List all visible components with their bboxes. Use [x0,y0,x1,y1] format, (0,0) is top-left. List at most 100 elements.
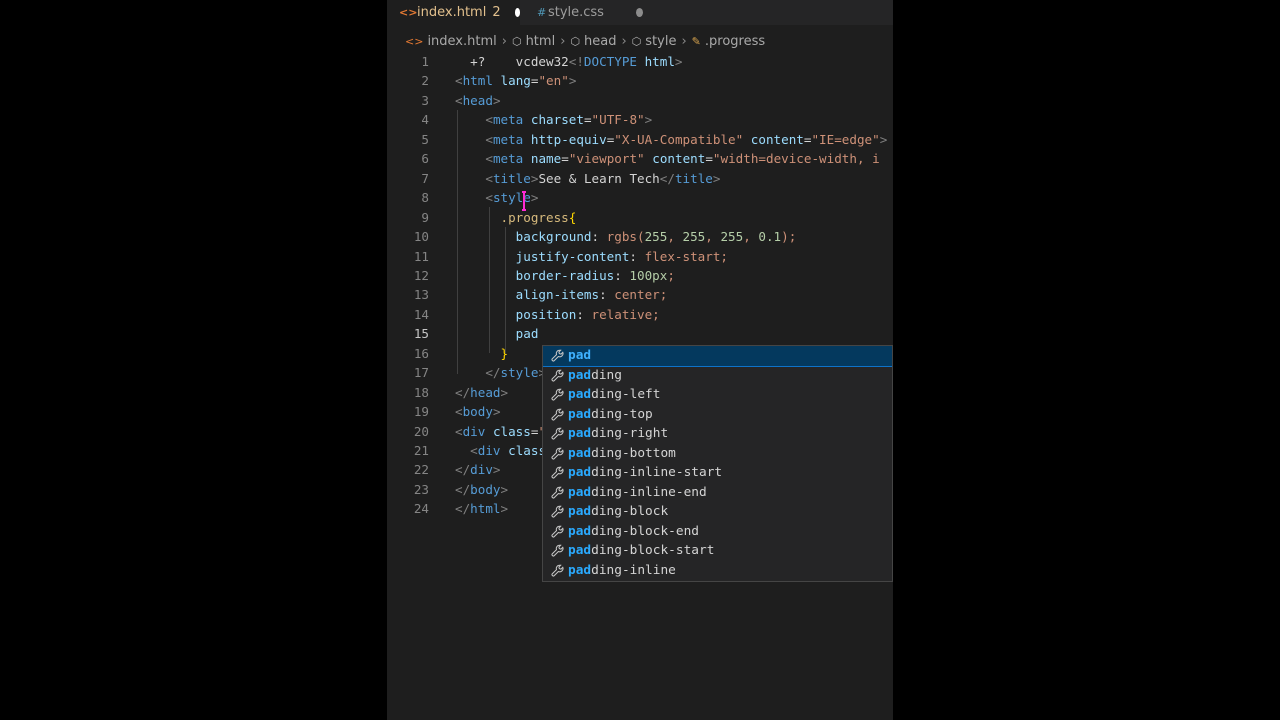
suggestion-label: ding-inline-start [591,465,723,481]
chevron-right-icon: › [621,33,627,49]
problem-count: 2 [492,5,501,20]
code-line[interactable]: 9 .progress{ [387,208,893,227]
breadcrumb-item[interactable]: head [584,34,616,49]
suggestion-match: pad [568,406,592,422]
line-number: 14 [413,306,429,322]
suggestion-item[interactable]: pad ding-right [543,424,892,444]
code-line[interactable]: 2 <html lang="en"> [387,71,893,90]
code-line[interactable]: 14 position: relative; [387,305,893,324]
line-number: 8 [421,190,429,206]
code-text[interactable]: +? vcdew32<!DOCTYPE html> [455,52,682,71]
wrench-icon [546,466,568,479]
code-text[interactable]: <meta name="viewport" content="width=dev… [455,149,879,168]
breadcrumb-item[interactable]: html [526,34,556,49]
tab-index-html[interactable]: <> index.html 2 [387,0,520,25]
line-number: 17 [413,365,429,381]
code-text[interactable]: </div> [455,460,501,479]
code-line[interactable]: 15 pad [387,324,893,343]
code-text[interactable]: </head> [455,383,508,402]
tab-label: style.css [547,5,604,20]
suggestion-item[interactable]: pad ding-block [543,502,892,522]
code-text[interactable]: pad [455,324,539,343]
suggestion-match: pad [568,387,592,403]
suggestion-item[interactable]: pad [543,346,892,367]
element-icon: ⬡ [631,34,642,48]
unsaved-dot-icon[interactable] [635,8,643,17]
suggestion-label: ding-bottom [591,445,676,461]
code-line[interactable]: 12 border-radius: 100px; [387,266,893,285]
code-text[interactable]: justify-content: flex-start; [455,247,728,266]
suggestion-match: pad [568,348,592,364]
html-file-icon: <> [405,34,424,48]
breadcrumb-item[interactable]: style [645,34,676,49]
line-number: 18 [413,384,429,400]
code-line[interactable]: 3 <head> [387,91,893,110]
unsaved-dot-icon[interactable] [514,8,520,17]
suggestion-item[interactable]: pad ding-inline [543,561,892,581]
code-text[interactable]: <head> [455,91,501,110]
wrench-icon [546,525,568,538]
code-text[interactable]: border-radius: 100px; [455,266,675,285]
code-text[interactable]: <html lang="en"> [455,71,576,90]
tab-bar: <> index.html 2 # style.css [387,0,893,25]
code-text[interactable]: position: relative; [455,305,660,324]
code-text[interactable]: </html> [455,499,508,518]
line-number: 9 [421,209,429,225]
code-text[interactable]: background: rgbs(255, 255, 255, 0.1); [455,227,797,246]
line-number: 1 [421,54,429,69]
code-line[interactable]: 7 <title>See & Learn Tech</title> [387,169,893,188]
line-number: 3 [421,92,429,108]
code-line[interactable]: 5 <meta http-equiv="X-UA-Compatible" con… [387,130,893,149]
code-line[interactable]: 6 <meta name="viewport" content="width=d… [387,149,893,168]
code-line[interactable]: 13 align-items: center; [387,285,893,304]
code-text[interactable]: <meta http-equiv="X-UA-Compatible" conte… [455,130,887,149]
code-text[interactable]: } [455,344,509,363]
suggestion-label: ding-block-end [591,523,699,539]
code-text[interactable]: <body> [455,402,501,421]
suggestion-item[interactable]: pad ding-inline-start [543,463,892,483]
suggestion-item[interactable]: pad ding-block-end [543,522,892,542]
code-line[interactable]: 10 background: rgbs(255, 255, 255, 0.1); [387,227,893,246]
breadcrumb-item[interactable]: .progress [705,34,765,49]
tab-label: index.html [417,5,487,20]
suggestion-item[interactable]: pad ding-block-start [543,541,892,561]
chevron-right-icon: › [560,33,566,49]
tab-style-css[interactable]: # style.css [523,0,643,25]
wrench-icon [546,408,568,421]
suggestion-item[interactable]: pad ding [543,366,892,386]
code-line[interactable]: 4 <meta charset="UTF-8"> [387,110,893,129]
suggestion-match: pad [568,426,592,442]
code-line[interactable]: 1 +? vcdew32<!DOCTYPE html> [387,52,893,71]
code-text[interactable]: <meta charset="UTF-8"> [455,110,652,129]
code-text[interactable]: </body> [455,480,508,499]
suggestion-item[interactable]: pad ding-left [543,385,892,405]
suggestion-item[interactable]: pad ding-inline-end [543,483,892,503]
code-text[interactable]: align-items: center; [455,285,668,304]
suggestion-match: pad [568,465,592,481]
suggestion-item[interactable]: pad ding-bottom [543,444,892,464]
breadcrumb-item[interactable]: index.html [427,34,496,49]
line-number: 4 [421,112,429,128]
wrench-icon [546,388,568,401]
suggestion-match: pad [568,523,592,539]
wrench-icon [546,447,568,460]
line-number: 15 [413,326,429,342]
suggestion-item[interactable]: pad ding-top [543,405,892,425]
code-text[interactable]: </style> [455,363,546,382]
suggestion-label: ding-left [591,387,661,403]
line-number: 16 [413,345,429,361]
suggestion-label: ding-right [591,426,669,442]
line-number: 5 [421,131,429,147]
chevron-right-icon: › [501,33,507,49]
code-editor[interactable]: <> index.html 2 # style.css <> index.htm… [387,0,893,720]
wrench-icon [546,505,568,518]
element-icon: ⬡ [511,34,522,48]
code-line[interactable]: 11 justify-content: flex-start; [387,247,893,266]
autocomplete-suggestions[interactable]: pad pad ding pad ding-left pad ding-top pad ding… [542,345,893,582]
code-text[interactable]: .progress{ [455,208,577,227]
code-text[interactable]: <title>See & Learn Tech</title> [455,169,720,188]
element-icon: ⬡ [570,34,580,48]
wrench-icon [546,486,568,499]
selector-icon: ✎ [691,34,701,48]
code-line[interactable]: 8 <style> [387,188,893,207]
